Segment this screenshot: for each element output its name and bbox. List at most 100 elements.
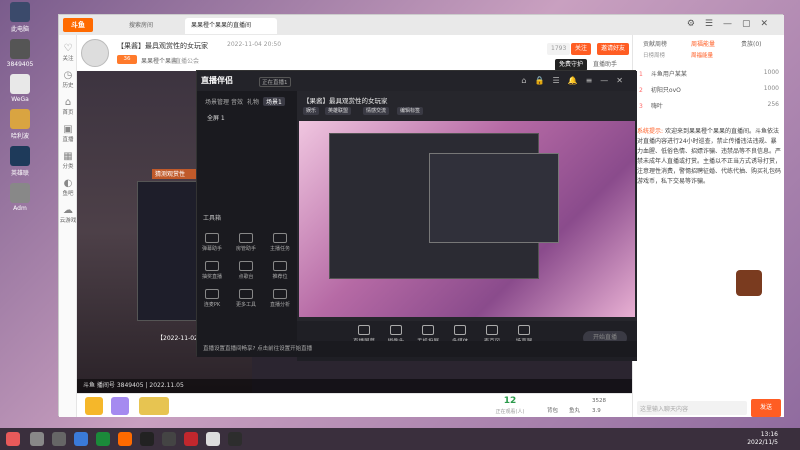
gift-icon[interactable] <box>111 397 129 415</box>
tool-recommend[interactable]: 推荐位 <box>267 261 293 280</box>
window-controls[interactable]: ⚙☰—▢✕ <box>687 19 778 29</box>
douyu-icon[interactable] <box>118 432 132 446</box>
companion-topbar: 直播伴侣 正在直播1 ⌂🔒☰🔔≡—✕ <box>197 71 637 91</box>
steam-icon[interactable] <box>140 432 154 446</box>
tab-scene-manage[interactable]: 场景管理 <box>205 97 229 106</box>
anchor-name[interactable]: 果果橙个果酱 <box>141 56 177 65</box>
level-badge: 36 <box>117 55 137 64</box>
nav-follow[interactable]: ♡ 关注 <box>59 43 77 62</box>
nav-category[interactable]: ▦ 分类 <box>59 151 77 170</box>
app-icon[interactable] <box>184 432 198 446</box>
invite-button[interactable]: 邀请好友 <box>597 43 630 55</box>
toolbox-title: 工具箱 <box>203 215 222 222</box>
wegame-icon <box>10 74 30 94</box>
right-panel: 贡献周榜 周福能量 贵族(0) 日榜周榜 周福能量 1 斗鱼用户某某 1000 … <box>632 35 784 417</box>
rank-row[interactable]: 3 嗨叶 256 <box>639 101 781 113</box>
media-icon <box>454 325 466 335</box>
system-msg: 欢迎来到果果橙个果果的直播间。斗鱼依法对直播内容进行24小时巡查，禁止传播违法违… <box>637 128 782 185</box>
system-msg-label: 系统提示: <box>637 128 664 135</box>
clock[interactable]: 13:16 2022/11/5 <box>747 431 778 447</box>
gift-icon[interactable] <box>139 397 169 415</box>
tab-search[interactable]: 搜索房间 <box>123 18 159 34</box>
tab-energy[interactable]: 周福能量 <box>691 39 715 48</box>
follow-count: 1793 <box>547 43 571 55</box>
app-icon[interactable] <box>162 432 176 446</box>
rank-row[interactable]: 1 斗鱼用户某某 1000 <box>639 69 781 81</box>
nav-live[interactable]: ▣ 直播 <box>59 124 77 143</box>
scene-item[interactable]: 全屏 1 <box>207 113 225 122</box>
desktop-icon-wegame[interactable]: WeGa <box>2 74 38 103</box>
anchor-guild: 直播公会 <box>175 58 200 65</box>
viewer-count: 12 <box>503 396 517 406</box>
browser-icon[interactable] <box>74 432 88 446</box>
companion-icon[interactable] <box>228 432 242 446</box>
room-time: 2022-11-04 20:50 <box>227 41 282 48</box>
user-icon <box>239 233 253 243</box>
fishball-label[interactable]: 鱼丸 <box>569 406 580 414</box>
cloud-icon: ☁ <box>63 205 73 216</box>
preview-canvas[interactable] <box>299 121 635 317</box>
tab-contribution[interactable]: 贡献周榜 <box>643 39 667 48</box>
nav-history[interactable]: ◷ 历史 <box>59 70 77 89</box>
rank-row[interactable]: 2 初阳只ovO 1000 <box>639 85 781 97</box>
companion-logo: 直播伴侣 <box>201 76 233 85</box>
chat-input[interactable]: 这里输入聊天内容 <box>637 401 747 415</box>
nav-home[interactable]: ⌂ 首页 <box>59 97 77 116</box>
tab-gift[interactable]: 礼物 <box>247 97 259 106</box>
tool-more[interactable]: 更多工具 <box>233 289 259 308</box>
follow-button[interactable]: 关注 <box>571 43 592 55</box>
tab-room[interactable]: 果果橙个果果的直播间 <box>185 18 277 34</box>
tag-chip[interactable]: 娱乐 <box>303 107 320 115</box>
nav-fishbar[interactable]: ◐ 鱼吧 <box>59 178 77 197</box>
gift-icon[interactable] <box>85 397 103 415</box>
desktop-icon-admin[interactable]: Adm <box>2 183 38 212</box>
anchor-avatar[interactable] <box>81 39 109 67</box>
tab-noble[interactable]: 贵族(0) <box>741 39 762 48</box>
companion-window: 直播伴侣 正在直播1 ⌂🔒☰🔔≡—✕ 场景管理 音效 礼物 场景1 全屏 1 工… <box>196 70 637 361</box>
tool-pk[interactable]: 连麦PK <box>199 289 225 308</box>
edit-tag-button[interactable]: 编辑标签 <box>397 107 424 115</box>
mic-icon <box>205 289 219 299</box>
phone-icon <box>422 325 434 335</box>
search-icon[interactable] <box>30 432 44 446</box>
tool-danmu[interactable]: 弹幕助手 <box>199 233 225 252</box>
grid-icon: ▦ <box>63 151 73 162</box>
tv-icon: ▣ <box>63 124 73 135</box>
game-ad-icon[interactable] <box>736 270 762 296</box>
taskview-icon[interactable] <box>52 432 66 446</box>
desktop-icon-computer[interactable]: 此电脑 <box>2 2 38 33</box>
tag-chip[interactable]: 情感交流 <box>363 107 390 115</box>
companion-left-panel: 场景管理 音效 礼物 场景1 全屏 1 工具箱 弹幕助手 房管助手 主播任务 抽… <box>197 91 297 357</box>
video-inner-date: 【2022-11-02 <box>157 335 198 342</box>
tool-roomadmin[interactable]: 房管助手 <box>233 233 259 252</box>
computer-icon <box>10 2 30 22</box>
start-icon[interactable] <box>6 432 20 446</box>
gift-icon <box>205 261 219 271</box>
send-button[interactable]: 发送 <box>751 399 781 417</box>
video-info-bar: 斗鱼 播间号 3849405 | 2022.11.05 <box>77 379 632 393</box>
tool-song[interactable]: 点歌台 <box>233 261 259 280</box>
star-icon <box>273 261 287 271</box>
desktop-icon-lol[interactable]: 英雄联 <box>2 146 38 177</box>
more-icon <box>239 289 253 299</box>
douyu-logo[interactable]: 斗鱼 <box>63 18 93 32</box>
yuchi-count: 3.9 <box>592 408 601 414</box>
task-icon <box>273 233 287 243</box>
live-title[interactable]: 【果酱】最具观赏性的女玩家 <box>303 95 388 105</box>
tag-chip[interactable]: 英雄联盟 <box>325 107 352 115</box>
desktop-icon-harry[interactable]: 哈利波 <box>2 109 38 140</box>
app-icon[interactable] <box>96 432 110 446</box>
tool-lottery[interactable]: 抽奖直播 <box>199 261 225 280</box>
tab-scene1[interactable]: 场景1 <box>263 97 285 106</box>
app-icon[interactable] <box>206 432 220 446</box>
desktop-icon-room[interactable]: 3849405 <box>2 39 38 68</box>
home-icon: ⌂ <box>64 97 72 108</box>
tab-sound[interactable]: 音效 <box>231 97 243 106</box>
tool-analysis[interactable]: 直播分析 <box>267 289 293 308</box>
nav-cloudgame[interactable]: ☁ 云游戏 <box>59 205 77 224</box>
backpack-label[interactable]: 背包 <box>547 406 558 414</box>
tool-task[interactable]: 主播任务 <box>267 233 293 252</box>
subtab-daily[interactable]: 日榜周榜 <box>643 51 665 59</box>
subtab-energy[interactable]: 周福能量 <box>691 51 713 59</box>
companion-window-controls[interactable]: ⌂🔒☰🔔≡—✕ <box>521 76 631 85</box>
